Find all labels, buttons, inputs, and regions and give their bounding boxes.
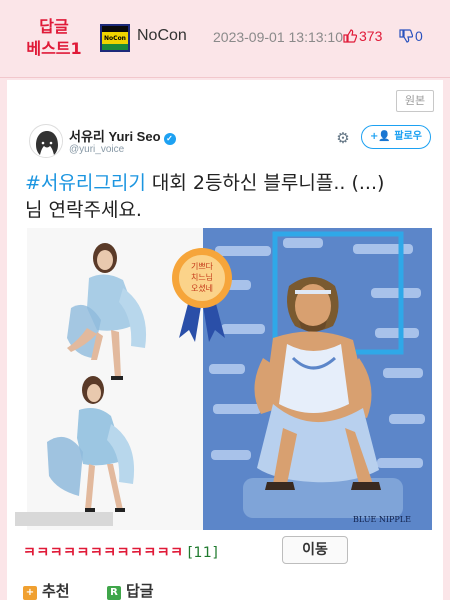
- comparison-image: BLUE NIPPLE 기쁘다 치느님 오셨네: [27, 228, 432, 530]
- best-label-line1: 답글: [39, 17, 69, 36]
- ribbon-line3: 오셨네: [191, 284, 213, 293]
- reply-button[interactable]: R 답글: [107, 580, 154, 600]
- gear-icon: ⚙: [336, 129, 350, 147]
- original-image-button[interactable]: 원본: [396, 90, 434, 112]
- thumbs-up-icon: [343, 29, 358, 43]
- post-datetime: 2023-09-01 13:13:10: [213, 29, 343, 45]
- upvote-button[interactable]: 373: [343, 28, 382, 44]
- verified-badge-icon: ✓: [163, 133, 176, 145]
- follow-button: +👤 팔로우: [361, 125, 431, 149]
- drawing-blue-nipple: BLUE NIPPLE: [203, 228, 432, 530]
- award-ribbon-icon: 기쁘다 치느님 오셨네: [167, 246, 237, 346]
- upvote-count: 373: [359, 28, 383, 44]
- downvote-button[interactable]: 0: [399, 28, 423, 44]
- tweet-author-name: 서유리 Yuri Seo ✓: [69, 126, 176, 145]
- tweet-text-line1: 대회 2등하신 블루니플.. (...): [145, 172, 385, 194]
- follow-user-icon: +👤: [370, 131, 395, 142]
- tweet-text-line2: 님 연락주세요.: [25, 199, 142, 221]
- tweet-avatar: [29, 124, 63, 158]
- comment-laugh-text: ㅋㅋㅋㅋㅋㅋㅋㅋㅋㅋㅋㅋ [11]: [23, 542, 218, 562]
- image-caption-placeholder: [15, 512, 113, 526]
- reply-count[interactable]: [11]: [188, 545, 219, 561]
- tweet-text: #서유리그리기 대회 2등하신 블루니플.. (...) 님 연락주세요.: [25, 170, 425, 224]
- comment-header: 답글 베스트1 NoCon NoCon 2023-09-01 13:13:10 …: [0, 0, 450, 78]
- user-level-icon-text: NoCon: [104, 35, 126, 42]
- ribbon-line2: 치느님: [191, 273, 213, 282]
- follow-label: 팔로우: [394, 131, 422, 142]
- tweet-handle: @yuri_voice: [69, 144, 125, 155]
- author-nickname[interactable]: NoCon: [137, 27, 187, 45]
- recommend-button[interactable]: + 추천: [23, 580, 70, 600]
- reply-label: 답글: [126, 582, 154, 600]
- laugh-text: ㅋㅋㅋㅋㅋㅋㅋㅋㅋㅋㅋㅋ: [23, 545, 184, 561]
- comment-page: 답글 베스트1 NoCon NoCon 2023-09-01 13:13:10 …: [0, 0, 450, 600]
- move-button[interactable]: 이동: [282, 536, 348, 564]
- tweet-hashtag: #서유리그리기: [25, 172, 146, 194]
- downvote-count: 0: [415, 28, 423, 44]
- art-signature: BLUE NIPPLE: [353, 515, 411, 524]
- reply-icon: R: [107, 586, 121, 600]
- thumbs-down-icon: [399, 29, 414, 43]
- recommend-label: 추천: [42, 582, 70, 600]
- tweet-author-name-text: 서유리 Yuri Seo: [69, 129, 161, 144]
- plus-icon: +: [23, 586, 37, 600]
- ribbon-line1: 기쁘다: [191, 262, 214, 271]
- user-level-icon: NoCon: [100, 24, 130, 52]
- best-label-line2: 베스트1: [26, 39, 82, 58]
- best-reply-badge: 답글 베스트1: [14, 16, 94, 60]
- comment-body: 원본 서유리 Yuri Seo ✓ @yuri_voice ⚙ +👤 팔로우 #서…: [7, 80, 443, 600]
